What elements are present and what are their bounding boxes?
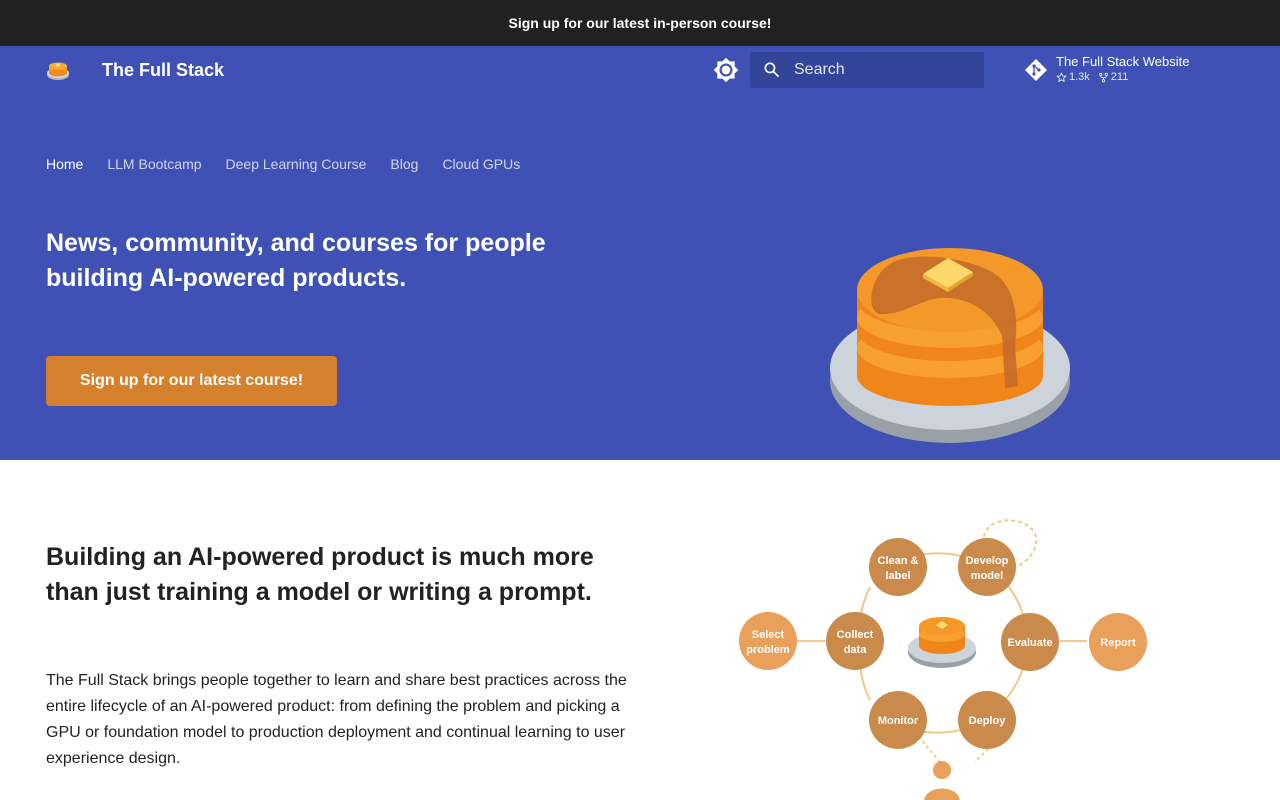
lifecycle-diagram: Select problem Collect data Clean & labe…: [739, 519, 1147, 800]
center-pancake-icon: [908, 617, 976, 668]
node-develop-model: Develop model: [958, 538, 1016, 596]
site-title[interactable]: The Full Stack: [102, 60, 224, 81]
top-bar: The Full Stack The Full Stack Website: [0, 46, 1280, 94]
user-icon: [924, 761, 960, 800]
tab-blog[interactable]: Blog: [390, 156, 418, 172]
search-box[interactable]: [750, 52, 984, 88]
tab-deep-learning-course[interactable]: Deep Learning Course: [226, 156, 367, 172]
node-develop-label-1: Develop: [966, 555, 1009, 567]
tab-cloud-gpus[interactable]: Cloud GPUs: [442, 156, 520, 172]
repo-stars-count: 1.3k: [1069, 71, 1090, 83]
node-collect-label-1: Collect: [837, 629, 874, 641]
node-clean-label-1: Clean &: [878, 555, 919, 567]
star-icon: [1056, 71, 1067, 82]
brightness-icon[interactable]: [713, 57, 739, 83]
node-monitor: Monitor: [869, 691, 927, 749]
node-collect-data: Collect data: [826, 612, 884, 670]
site-header: The Full Stack The Full Stack Website: [0, 46, 1280, 460]
fork-icon: [1098, 72, 1108, 82]
intro-paragraph: The Full Stack brings people together to…: [46, 672, 627, 767]
node-develop-label-2: model: [971, 570, 1003, 582]
node-report-label: Report: [1100, 637, 1136, 649]
signup-course-button[interactable]: Sign up for our latest course!: [46, 356, 337, 406]
node-collect-label-2: data: [844, 644, 868, 656]
announcement-text[interactable]: Sign up for our latest in-person course!: [509, 15, 772, 31]
repo-link[interactable]: The Full Stack Website 1.3k 211: [1024, 54, 1189, 83]
node-clean-label: Clean & label: [869, 538, 927, 596]
main-content: Building an AI-powered product is much m…: [0, 460, 1280, 800]
node-select-label-2: problem: [746, 644, 790, 656]
search-input[interactable]: [794, 52, 978, 88]
node-monitor-label: Monitor: [878, 715, 919, 727]
repo-name: The Full Stack Website: [1056, 54, 1190, 69]
node-evaluate: Evaluate: [1001, 613, 1059, 671]
git-icon: [1025, 59, 1047, 81]
tab-llm-bootcamp[interactable]: LLM Bootcamp: [107, 156, 201, 172]
repo-stars: 1.3k: [1056, 71, 1090, 83]
repo-forks: 211: [1098, 71, 1129, 83]
pancake-stack-illustration: [830, 248, 1070, 443]
lead-heading: Building an AI-powered product is much m…: [46, 543, 594, 606]
tab-home[interactable]: Home: [46, 156, 83, 172]
main-tabs: Home LLM Bootcamp Deep Learning Course B…: [46, 156, 544, 172]
node-deploy: Deploy: [958, 691, 1016, 749]
node-select-label-1: Select: [752, 629, 785, 641]
announcement-bar[interactable]: Sign up for our latest in-person course!: [0, 0, 1280, 46]
node-clean-label-2: label: [885, 570, 910, 582]
node-evaluate-label: Evaluate: [1007, 637, 1052, 649]
hero-title: News, community, and courses for people …: [46, 229, 546, 292]
node-report: Report: [1089, 613, 1147, 671]
pancake-logo-icon[interactable]: [46, 58, 70, 82]
repo-forks-count: 211: [1110, 71, 1129, 83]
search-icon[interactable]: [762, 60, 782, 80]
node-select-problem: Select problem: [739, 612, 797, 670]
node-deploy-label: Deploy: [969, 715, 1007, 727]
